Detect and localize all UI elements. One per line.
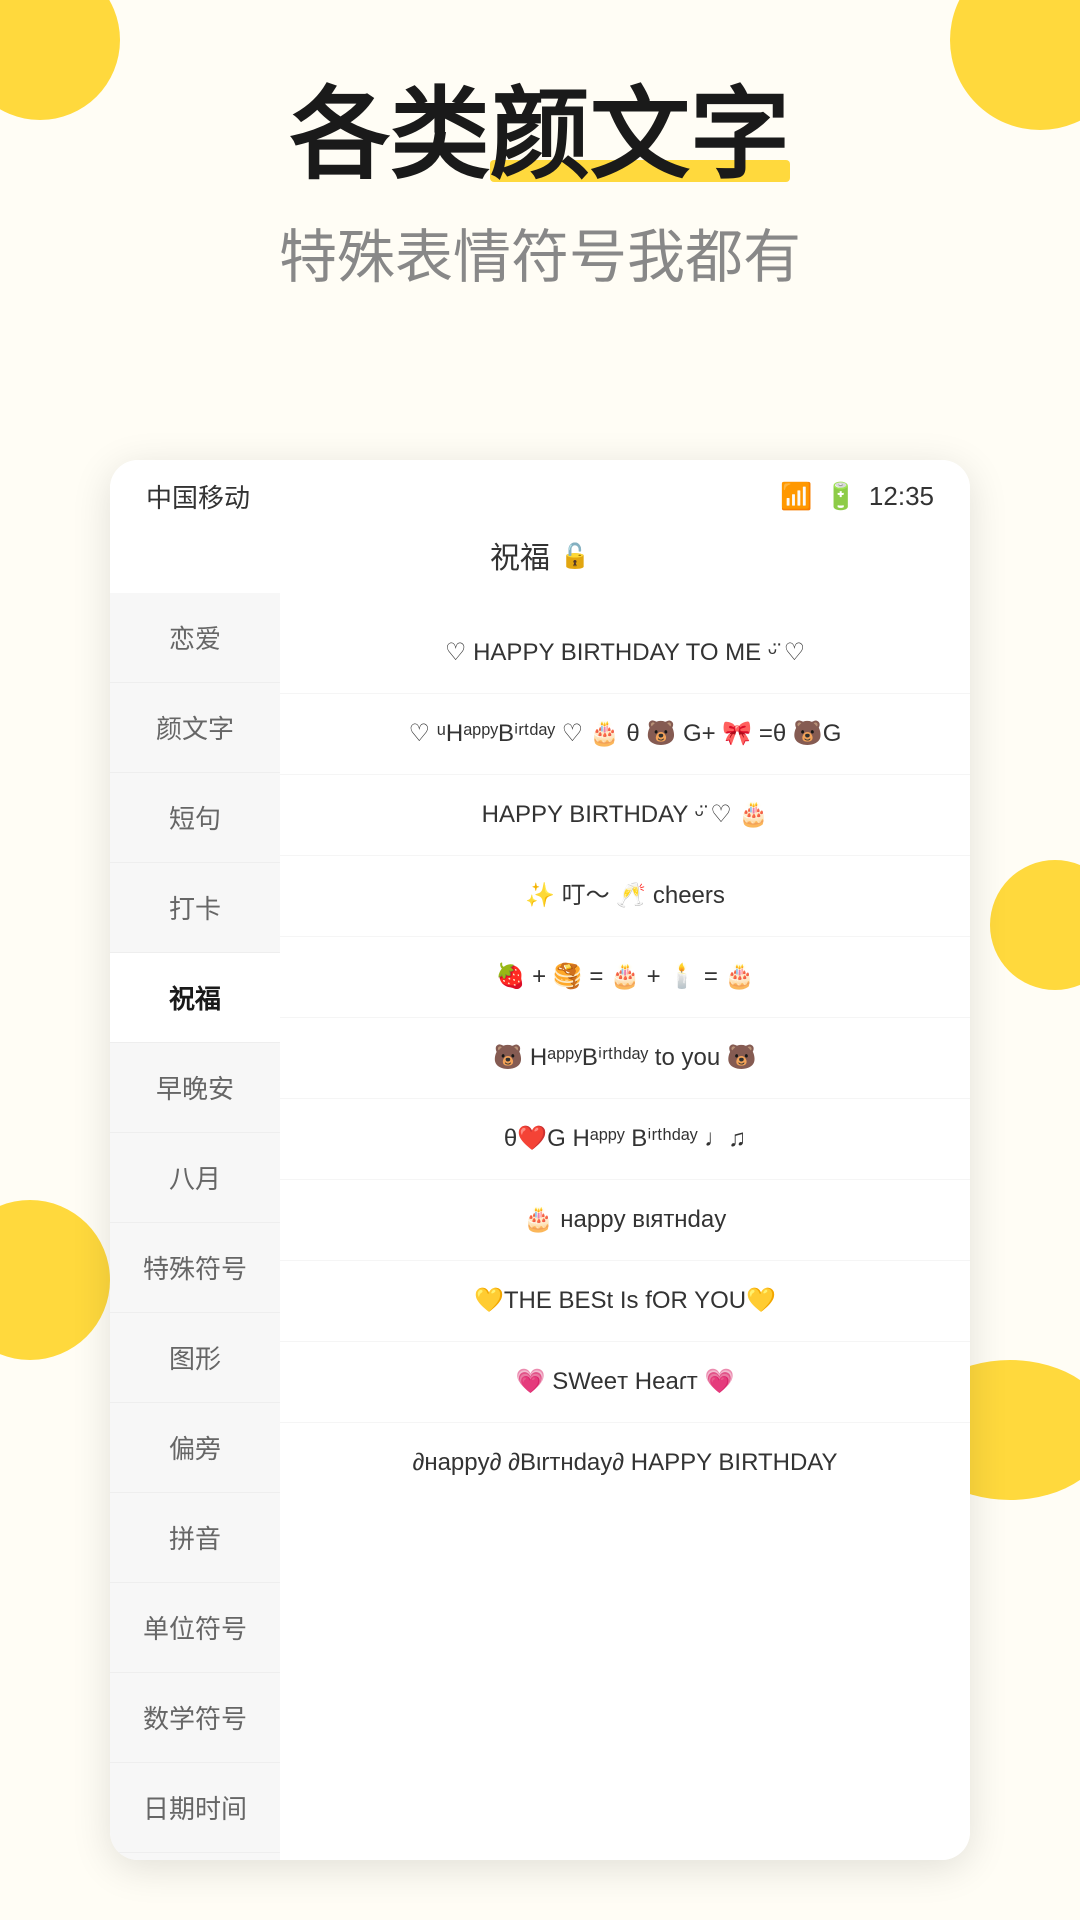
page-title: 祝福 [490, 533, 550, 577]
sidebar-item-数学符号[interactable]: 数学符号 [110, 1673, 280, 1763]
status-bar: 中国移动 📶 🔋 12:35 [110, 460, 970, 525]
header-section: 各类颜文字 特殊表情符号我都有 [0, 0, 1080, 334]
app-body: 恋爱颜文字短句打卡祝福早晚安八月特殊符号图形偏旁拼音单位符号数学符号日期时间 ♡… [110, 593, 970, 1860]
title-bar: 祝福 [110, 525, 970, 593]
sidebar-item-拼音[interactable]: 拼音 [110, 1493, 280, 1583]
battery-icon: 🔋 [825, 481, 857, 512]
sidebar-item-偏旁[interactable]: 偏旁 [110, 1403, 280, 1493]
list-item[interactable]: ♡ ᵘHᵃᵖᵖʸBⁱʳᵗᵈᵃʸ ♡ 🎂 θ 🐻 G+ 🎀 =θ 🐻G [280, 694, 970, 775]
lock-icon [560, 538, 590, 572]
content-area: ♡ HAPPY BIRTHDAY TO ME ᵕ̈ ♡♡ ᵘHᵃᵖᵖʸBⁱʳᵗᵈ… [280, 593, 970, 1860]
list-item[interactable]: ∂нappy∂ ∂Bιrтнday∂ HAPPY BIRTHDAY [280, 1423, 970, 1503]
list-item[interactable]: 🍓 + 🥞 = 🎂 + 🕯️ = 🎂 [280, 937, 970, 1018]
status-right: 📶 🔋 12:35 [780, 481, 934, 512]
list-item[interactable]: θ❤️G Hᵃᵖᵖʸ Bⁱʳᵗʰᵈᵃʸ ♩♫ [280, 1099, 970, 1180]
list-item[interactable]: ♡ HAPPY BIRTHDAY TO ME ᵕ̈ ♡ [280, 613, 970, 694]
sidebar-item-恋爱[interactable]: 恋爱 [110, 593, 280, 683]
list-item[interactable]: 💛THE BESt Is fOR YOU💛 [280, 1261, 970, 1342]
sidebar-item-短句[interactable]: 短句 [110, 773, 280, 863]
sidebar-item-特殊符号[interactable]: 特殊符号 [110, 1223, 280, 1313]
list-item[interactable]: HAPPY BIRTHDAY ᵕ̈ ♡ 🎂 [280, 775, 970, 856]
signal-icons: 📶 [780, 481, 812, 512]
main-title-part1: 各类 [290, 79, 490, 191]
list-item[interactable]: 💗 SWeeт Heaɾт 💗 [280, 1342, 970, 1423]
sidebar-item-八月[interactable]: 八月 [110, 1133, 280, 1223]
carrier-text: 中国移动 [146, 478, 250, 515]
sidebar-item-颜文字[interactable]: 颜文字 [110, 683, 280, 773]
list-item[interactable]: 🎂 нappy вιятнday [280, 1180, 970, 1261]
time-display: 12:35 [869, 481, 934, 512]
sidebar-item-祝福[interactable]: 祝福 [110, 953, 280, 1043]
sidebar-item-日期时间[interactable]: 日期时间 [110, 1763, 280, 1853]
decorative-circle-bottom-left [0, 1200, 110, 1360]
sidebar-item-打卡[interactable]: 打卡 [110, 863, 280, 953]
sidebar-item-单位符号[interactable]: 单位符号 [110, 1583, 280, 1673]
phone-mockup: 中国移动 📶 🔋 12:35 祝福 恋爱颜文字短句打卡祝福早晚安八月特殊符号图形… [110, 460, 970, 1860]
sidebar-item-图形[interactable]: 图形 [110, 1313, 280, 1403]
sidebar-item-早晚安[interactable]: 早晚安 [110, 1043, 280, 1133]
main-title: 各类颜文字 [290, 80, 790, 190]
list-item[interactable]: ✨ 叮～ 🥂 cheers [280, 856, 970, 937]
sidebar: 恋爱颜文字短句打卡祝福早晚安八月特殊符号图形偏旁拼音单位符号数学符号日期时间 [110, 593, 280, 1860]
decorative-circle-mid-right [990, 860, 1080, 990]
sub-title: 特殊表情符号我都有 [0, 210, 1080, 294]
main-title-part2: 颜文字 [490, 80, 790, 190]
list-item[interactable]: 🐻 HᵃᵖᵖʸBⁱʳᵗʰᵈᵃʸ to you 🐻 [280, 1018, 970, 1099]
